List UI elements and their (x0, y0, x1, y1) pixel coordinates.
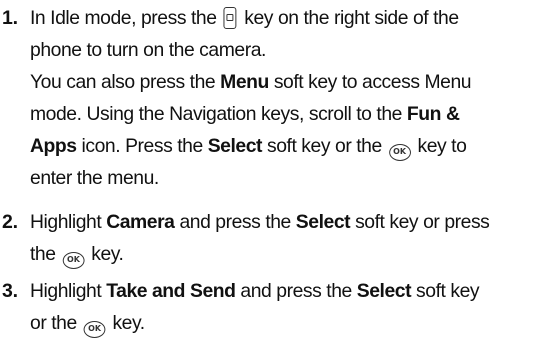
text-run: Highlight (30, 280, 107, 302)
select-key-label: Select (356, 280, 412, 302)
ok-key-icon: OK (388, 144, 411, 161)
text-run: or the (30, 312, 82, 334)
step-number: 3. (2, 280, 18, 302)
text-run: mode. Using the Navigation keys, scroll … (30, 103, 407, 125)
step-line: Highlight Take and Send and press the Se… (30, 275, 535, 307)
text-run: soft key or the (262, 135, 387, 157)
text-run: soft key (411, 280, 480, 302)
text-run: key to (412, 135, 467, 157)
take-and-send-label: Take and Send (106, 280, 236, 302)
text-run: soft key or press (350, 211, 490, 233)
camera-key-icon (223, 7, 237, 29)
step-body: Highlight Camera and press the Select so… (30, 206, 539, 270)
step-number: 2. (2, 211, 18, 233)
select-key-label: Select (207, 135, 263, 157)
text-run: Highlight (30, 211, 107, 233)
instruction-document: 1. In Idle mode, press the key on the ri… (0, 0, 539, 340)
text-run: the (30, 243, 61, 265)
step-number: 1. (2, 7, 18, 29)
step-line: or the OK key. (30, 307, 535, 339)
text-run: and press the (174, 211, 296, 233)
ok-key-icon: OK (83, 321, 106, 338)
text-run: and press the (235, 280, 357, 302)
text-run: enter the menu. (30, 167, 159, 189)
text-run: soft key to access Menu (268, 71, 472, 93)
camera-label: Camera (106, 211, 175, 233)
text-run: icon. Press the (76, 135, 208, 157)
step-line: You can also press the Menu soft key to … (30, 66, 535, 98)
step-line: In Idle mode, press the key on the right… (30, 2, 535, 34)
fun-apps-label: Fun & (406, 103, 460, 125)
text-run: key on the right side of the (239, 7, 459, 29)
step-line: mode. Using the Navigation keys, scroll … (30, 98, 535, 130)
step-body: In Idle mode, press the key on the right… (30, 2, 539, 194)
select-key-label: Select (295, 211, 351, 233)
step-line: enter the menu. (30, 162, 535, 194)
text-run: In Idle mode, press the (30, 7, 222, 29)
text-run: key. (107, 312, 145, 334)
menu-key-label: Menu (220, 71, 269, 93)
text-run: key. (86, 243, 124, 265)
step-body: Highlight Take and Send and press the Se… (30, 275, 539, 339)
ok-key-icon: OK (62, 252, 85, 269)
text-run: You can also press the (30, 71, 221, 93)
fun-apps-label: Apps (30, 135, 77, 157)
step-line: phone to turn on the camera. (30, 34, 535, 66)
step-line: the OK key. (30, 238, 535, 270)
step-line: Apps icon. Press the Select soft key or … (30, 130, 535, 162)
step-line: Highlight Camera and press the Select so… (30, 206, 535, 238)
text-run: phone to turn on the camera. (30, 39, 266, 61)
